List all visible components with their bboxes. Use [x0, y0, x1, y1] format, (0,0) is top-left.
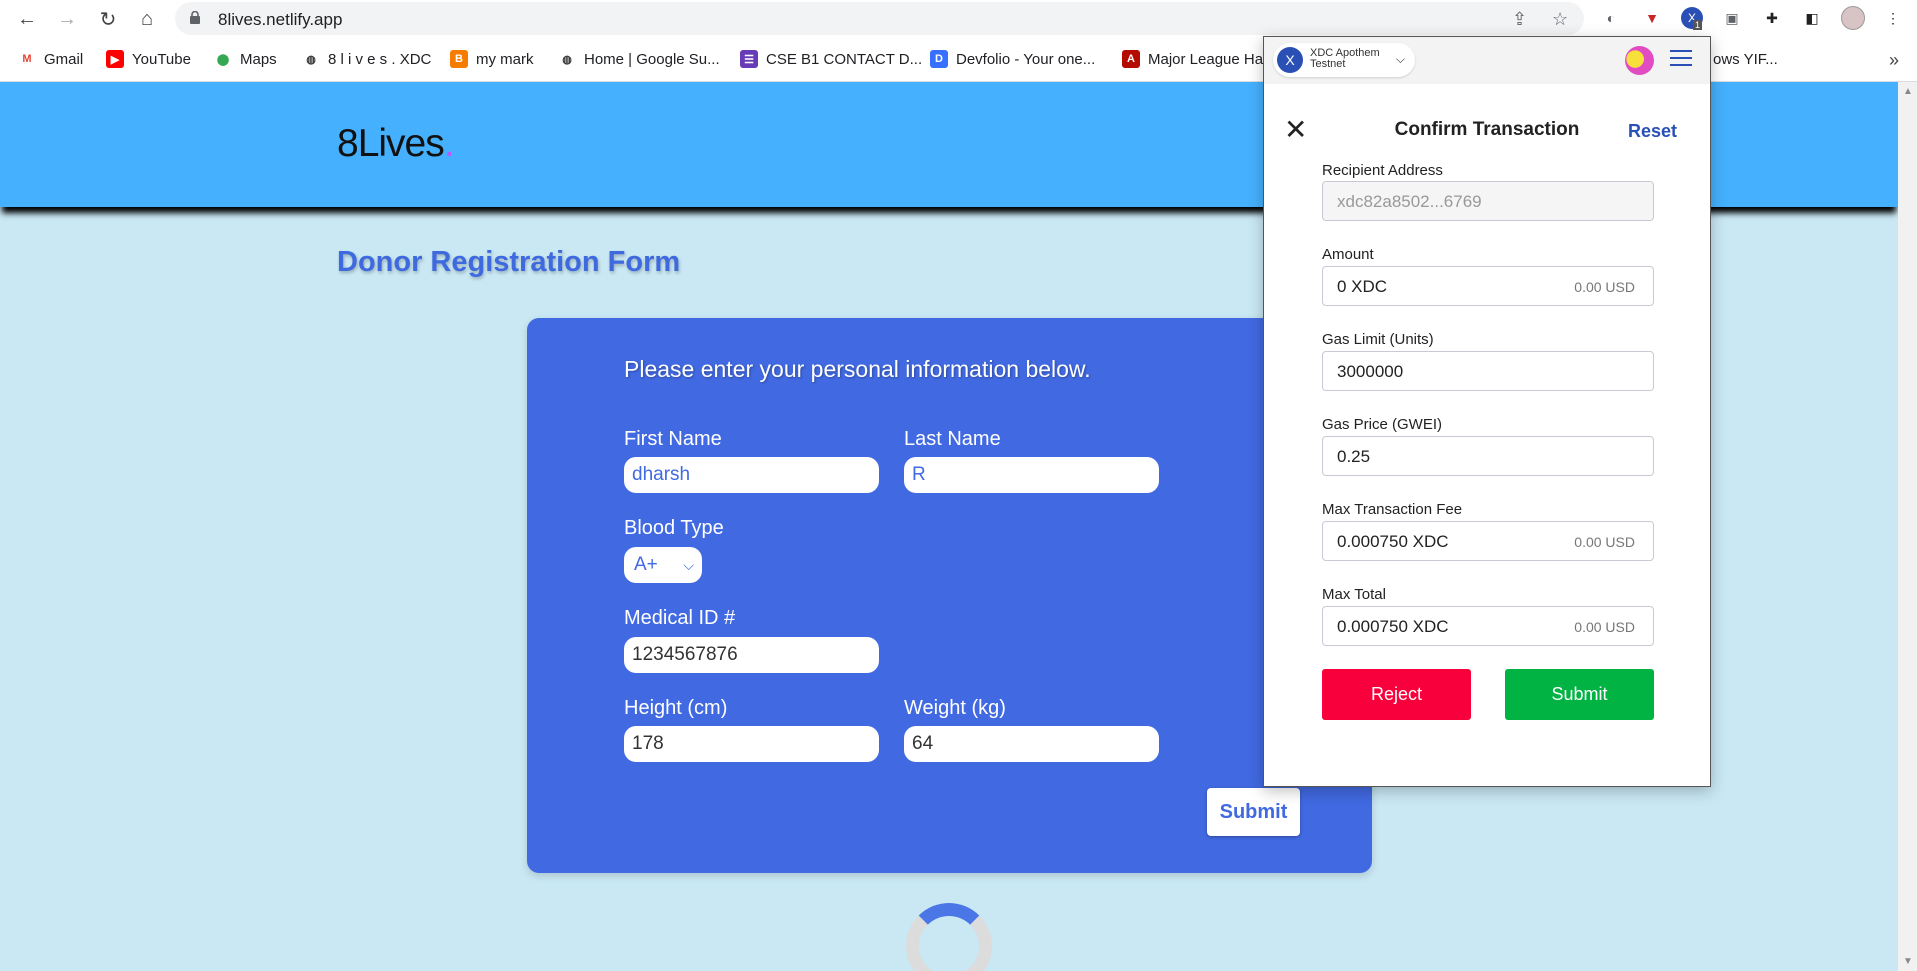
youtube-icon: ▶	[106, 50, 124, 68]
devfolio-icon: D	[930, 50, 948, 68]
lock-icon	[190, 11, 200, 24]
profile-avatar[interactable]	[1840, 5, 1866, 31]
extension-badge: 1	[1693, 20, 1703, 30]
network-selector[interactable]: X XDC Apothem Testnet ⌵	[1273, 43, 1415, 77]
gmail-icon: M	[18, 50, 36, 68]
first-name-input[interactable]: dharsh	[624, 457, 879, 493]
bookmark-my-mark[interactable]: B my mark	[450, 48, 534, 70]
bookmark-cse-contact[interactable]: ☰ CSE B1 CONTACT D...	[740, 48, 922, 70]
scroll-down-icon[interactable]: ▼	[1903, 956, 1913, 967]
last-name-input[interactable]: R	[904, 457, 1159, 493]
bookmark-star-icon[interactable]: ☆	[1552, 9, 1568, 30]
amount-field[interactable]: 0 XDC 0.00 USD	[1322, 266, 1654, 306]
wallet-submit-button[interactable]: Submit	[1505, 669, 1654, 720]
height-input[interactable]: 178	[624, 726, 879, 762]
form-intro: Please enter your personal information b…	[624, 356, 1091, 382]
bookmarks-overflow-icon[interactable]: »	[1889, 50, 1899, 71]
bookmark-devfolio[interactable]: D Devfolio - Your one...	[930, 48, 1095, 70]
maps-icon: ⬤	[214, 50, 232, 68]
weight-label: Weight (kg)	[904, 697, 1006, 719]
bookmark-major-league[interactable]: A Major League Ha	[1122, 48, 1263, 70]
first-name-label: First Name	[624, 428, 722, 450]
bookmark-gmail[interactable]: M Gmail	[18, 48, 83, 70]
kebab-menu-icon[interactable]: ⋮	[1880, 5, 1906, 31]
medical-id-input[interactable]: 1234567876	[624, 637, 879, 673]
globe-icon: ◍	[302, 50, 320, 68]
scroll-up-icon[interactable]: ▲	[1903, 86, 1913, 97]
page-scrollbar[interactable]: ▲ ▼	[1898, 82, 1917, 971]
xdcpay-extension-icon[interactable]: X 1	[1679, 5, 1705, 31]
max-total-field: 0.000750 XDC 0.00 USD	[1322, 606, 1654, 646]
amount-label: Amount	[1322, 246, 1374, 263]
address-bar[interactable]: 8lives.netlify.app ⇪ ☆	[175, 2, 1584, 35]
chevron-down-icon: ⌵	[1395, 52, 1405, 66]
wallet-popup: X XDC Apothem Testnet ⌵ ✕ Confirm Transac…	[1263, 36, 1711, 787]
extension-shield-icon[interactable]: ▼	[1639, 5, 1665, 31]
gas-price-label: Gas Price (GWEI)	[1322, 416, 1443, 433]
bookmark-google-sites[interactable]: ◍ Home | Google Su...	[558, 48, 720, 70]
blogger-icon: B	[450, 50, 468, 68]
blood-type-select[interactable]: A+ ⌵	[624, 547, 702, 583]
bookmark-maps[interactable]: ⬤ Maps	[214, 48, 277, 70]
bookmark-yify[interactable]: ows YIF...	[1713, 48, 1778, 70]
recipient-label: Recipient Address	[1322, 162, 1443, 179]
last-name-label: Last Name	[904, 428, 1001, 450]
globe-icon: ◍	[558, 50, 576, 68]
height-label: Height (cm)	[624, 697, 728, 719]
site-logo[interactable]: 8Lives.	[337, 122, 455, 166]
wallet-topbar: X XDC Apothem Testnet ⌵	[1264, 37, 1710, 84]
camera-icon[interactable]: ▣	[1719, 5, 1745, 31]
forms-icon: ☰	[740, 50, 758, 68]
home-icon[interactable]: ⌂	[132, 4, 162, 34]
reject-button[interactable]: Reject	[1322, 669, 1471, 720]
registration-form: Please enter your personal information b…	[527, 318, 1372, 873]
recipient-field: xdc82a8502...6769	[1322, 181, 1654, 221]
back-arrow-icon[interactable]: ←	[12, 4, 42, 34]
weight-input[interactable]: 64	[904, 726, 1159, 762]
max-fee-field: 0.000750 XDC 0.00 USD	[1322, 521, 1654, 561]
gas-price-input[interactable]: 0.25	[1322, 436, 1654, 476]
max-total-label: Max Total	[1322, 586, 1386, 603]
reset-button[interactable]: Reset	[1628, 121, 1677, 142]
url-text[interactable]: 8lives.netlify.app	[218, 10, 342, 30]
extension-g-icon[interactable]: ◐	[1598, 5, 1624, 31]
side-panel-icon[interactable]: ◧	[1799, 5, 1825, 31]
forward-arrow-icon[interactable]: →	[52, 4, 82, 34]
network-type: Testnet	[1310, 58, 1346, 70]
xdc-logo-icon: X	[1277, 47, 1303, 73]
hamburger-menu-icon[interactable]	[1670, 50, 1692, 71]
form-submit-button[interactable]: Submit	[1207, 788, 1300, 836]
bookmark-youtube[interactable]: ▶ YouTube	[106, 48, 191, 70]
blood-type-label: Blood Type	[624, 517, 724, 539]
medical-id-label: Medical ID #	[624, 607, 736, 629]
max-fee-label: Max Transaction Fee	[1322, 501, 1463, 518]
chevron-down-icon: ⌵	[683, 557, 694, 573]
reload-icon[interactable]: ↻	[93, 4, 123, 34]
puzzle-extensions-icon[interactable]: ✚	[1759, 5, 1785, 31]
gas-limit-input[interactable]: 3000000	[1322, 351, 1654, 391]
bookmark-8lives-xdc[interactable]: ◍ 8 l i v e s . XDC	[302, 48, 431, 70]
share-icon[interactable]: ⇪	[1512, 9, 1527, 30]
loading-spinner	[906, 903, 992, 971]
pdf-icon: A	[1122, 50, 1140, 68]
gas-limit-label: Gas Limit (Units)	[1322, 331, 1434, 348]
page-title: Donor Registration Form	[337, 246, 681, 278]
account-avatar[interactable]	[1625, 46, 1654, 75]
